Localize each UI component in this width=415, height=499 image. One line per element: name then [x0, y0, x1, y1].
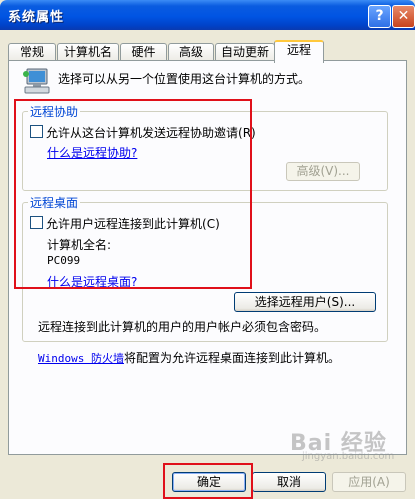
cancel-button[interactable]: 取消	[252, 472, 326, 492]
tab-strip: 常规 计算机名 硬件 高级 自动更新 远程	[8, 40, 408, 63]
tab-general[interactable]: 常规	[8, 43, 56, 61]
window-title: 系统属性	[8, 10, 65, 25]
apply-button[interactable]: 应用(A)	[332, 472, 406, 492]
system-properties-window: 系统属性 ? ✕ 常规 计算机名 硬件 高级 自动更新 远程 选择可以从另一个位…	[0, 0, 415, 499]
tab-computer-name[interactable]: 计算机名	[57, 43, 119, 61]
title-bar[interactable]: 系统属性 ? ✕	[0, 0, 415, 30]
select-remote-users-button[interactable]: 选择远程用户(S)...	[234, 292, 376, 312]
highlight-box-settings	[14, 99, 252, 289]
highlight-box-ok	[163, 463, 253, 499]
firewall-text: Windows 防火墙将配置为允许远程桌面连接到此计算机。	[38, 351, 340, 365]
computer-icon	[23, 68, 50, 94]
advanced-button[interactable]: 高级(V)...	[286, 162, 360, 181]
tab-automatic-updates[interactable]: 自动更新	[215, 43, 275, 61]
close-button[interactable]: ✕	[392, 5, 415, 28]
tab-advanced[interactable]: 高级	[168, 43, 214, 61]
intro-text: 选择可以从另一个位置使用这台计算机的方式。	[58, 72, 311, 86]
watermark-url: jingyan.baidu.com	[302, 451, 395, 462]
help-button[interactable]: ?	[368, 5, 391, 28]
windows-firewall-link[interactable]: Windows 防火墙	[38, 352, 124, 365]
close-icon: ✕	[397, 8, 410, 24]
help-icon: ?	[375, 8, 384, 24]
tab-remote[interactable]: 远程	[274, 40, 324, 63]
password-requirement-text: 远程连接到此计算机的用户的用户帐户必须包含密码。	[38, 320, 327, 334]
tab-hardware[interactable]: 硬件	[120, 43, 167, 61]
